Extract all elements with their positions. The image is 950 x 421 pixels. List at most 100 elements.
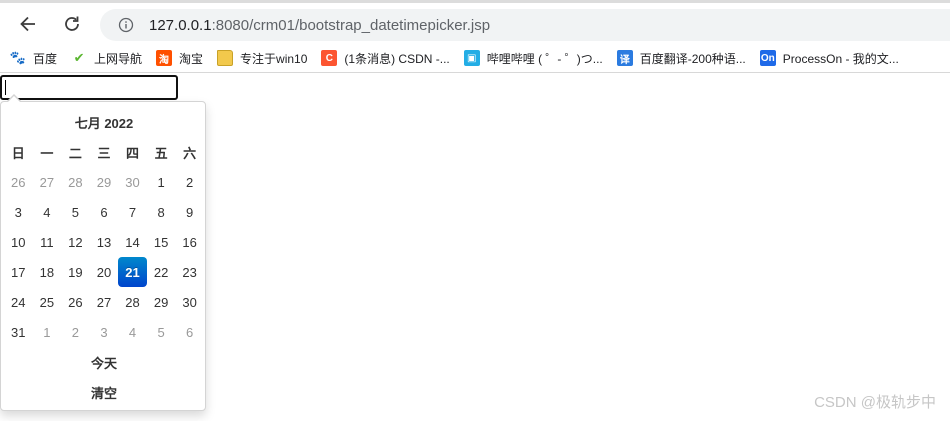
weekday-header: 日一二三四五六 [4, 137, 204, 167]
calendar-day[interactable]: 30 [175, 287, 204, 317]
browser-toolbar: 127.0.0.1:8080/crm01/bootstrap_datetimep… [0, 6, 950, 41]
calendar-day[interactable]: 31 [4, 317, 33, 347]
calendar-day[interactable]: 13 [90, 227, 119, 257]
bookmark-label: 哔哩哔哩 ( ゜- ゜)つ... [486, 51, 603, 66]
calendar-day[interactable]: 23 [175, 257, 204, 287]
bookmark-item[interactable]: ▣ 哔哩哔哩 ( ゜- ゜)つ... [460, 46, 607, 70]
bookmark-label: 专注于win10 [240, 51, 308, 66]
csdn-icon: C [321, 50, 338, 66]
bookmark-label: 上网导航 [94, 51, 143, 66]
bookmark-label: 百度翻译-200种语... [639, 51, 746, 66]
calendar-day-other-month[interactable]: 27 [33, 167, 62, 197]
weekday-label: 三 [97, 145, 111, 161]
calendar-day[interactable]: 24 [4, 287, 33, 317]
calendar-day[interactable]: 1 [147, 167, 176, 197]
baidu-paw-icon: 🐾 [9, 50, 27, 65]
bookmark-item[interactable]: 淘淘宝 [152, 46, 207, 70]
calendar-day[interactable]: 17 [4, 257, 33, 287]
calendar-day[interactable]: 5 [61, 197, 90, 227]
weekday-label: 日 [11, 145, 25, 161]
calendar-day[interactable]: 4 [33, 197, 62, 227]
datetime-picker: 七月 2022 日一二三四五六 26 27 28 29 30 1 2 3 4 5 6 7 8 9 10 11 1… [0, 101, 206, 411]
calendar-day[interactable]: 18 [33, 257, 62, 287]
calendar-week-row: 10 11 12 13 14 15 16 [4, 227, 204, 257]
back-arrow-icon [20, 16, 35, 32]
calendar-day-other-month[interactable]: 4 [118, 317, 147, 347]
calendar-day[interactable]: 3 [4, 197, 33, 227]
weekday-label: 二 [68, 145, 82, 161]
taobao-icon: 淘 [156, 50, 173, 66]
calendar-week-row: 3456789 [4, 197, 204, 227]
weekday-label: 四 [126, 145, 140, 161]
calendar-day[interactable]: 26 [61, 287, 90, 317]
calendar-week-row: 17 18 19 20 21 22 23 [4, 257, 204, 287]
calendar-day[interactable]: 29 [147, 287, 176, 317]
calendar-day-other-month[interactable]: 6 [175, 317, 204, 347]
weekday-label: 一 [40, 145, 54, 161]
calendar-day[interactable]: 8 [147, 197, 176, 227]
calendar-day-other-month[interactable]: 26 [4, 167, 33, 197]
text-caret [5, 80, 6, 95]
url-path: :8080/crm01/bootstrap_datetimepicker.jsp [211, 16, 491, 34]
watermark: CSDN @极轨步中 [814, 394, 936, 411]
back-button[interactable] [14, 10, 42, 38]
bookmarks-bar: 🐾 百度 ✔ 上网导航淘淘宝 专注于win10 C (1条消息) CSDN -... ▣ 哔哩哔… [0, 43, 950, 73]
calendar-day[interactable]: 6 [90, 197, 119, 227]
url-text[interactable]: 127.0.0.1:8080/crm01/bootstrap_datetimep… [149, 17, 490, 34]
bookmark-label: 百度 [33, 51, 58, 66]
reload-icon [65, 16, 79, 31]
reload-button[interactable] [58, 10, 86, 38]
calendar-day[interactable]: 15 [147, 227, 176, 257]
calendar-day[interactable]: 22 [147, 257, 176, 287]
site-info-icon[interactable] [118, 17, 134, 33]
bookmark-label: 淘宝 [179, 51, 204, 66]
bookmark-item[interactable]: ✔ 上网导航 [67, 46, 146, 70]
calendar-day-other-month[interactable]: 3 [90, 317, 119, 347]
bookmark-label: ProcessOn - 我的文... [782, 51, 899, 66]
bookmark-item[interactable]: 译百度翻译-200种语... [613, 46, 750, 70]
clear-button[interactable]: 清空 [1, 377, 207, 407]
today-button[interactable]: 今天 [1, 347, 207, 377]
calendar-day[interactable]: 27 [90, 287, 119, 317]
translate-icon: 译 [616, 50, 633, 66]
folder-icon [217, 50, 234, 66]
calendar-week-row: 31 1 2 3 4 5 6 [4, 317, 204, 347]
calendar-day[interactable]: 12 [61, 227, 90, 257]
calendar-day[interactable]: 2 [175, 167, 204, 197]
bookmark-item[interactable]: 🐾 百度 [6, 46, 61, 70]
picker-month-title[interactable]: 七月 2022 [1, 107, 207, 137]
calendar-day-other-month[interactable]: 5 [147, 317, 176, 347]
bilibili-tv-icon: ▣ [463, 50, 480, 66]
calendar-day[interactable]: 9 [175, 197, 204, 227]
calendar-day[interactable]: 16 [175, 227, 204, 257]
calendar-week-row: 26 27 28 29 30 1 2 [4, 167, 204, 197]
calendar-day[interactable]: 7 [118, 197, 147, 227]
calendar-day[interactable]: 28 [118, 287, 147, 317]
address-bar[interactable]: 127.0.0.1:8080/crm01/bootstrap_datetimep… [100, 9, 950, 41]
weekday-label: 五 [154, 145, 168, 161]
calendar-week-row: 24 25 26 27 28 29 30 [4, 287, 204, 317]
calendar-day-selected[interactable]: 21 [118, 257, 147, 287]
bookmark-item[interactable]: C (1条消息) CSDN -... [317, 46, 453, 70]
bookmark-item[interactable]: On ProcessOn - 我的文... [756, 46, 903, 70]
hao123-check-icon: ✔ [73, 50, 85, 65]
calendar-day[interactable]: 25 [33, 287, 62, 317]
calendar-day-other-month[interactable]: 29 [90, 167, 119, 197]
bookmark-item[interactable]: 专注于win10 [213, 46, 311, 70]
calendar-day-other-month[interactable]: 30 [118, 167, 147, 197]
browser-chrome: 127.0.0.1:8080/crm01/bootstrap_datetimep… [0, 0, 950, 73]
calendar-day[interactable]: 10 [4, 227, 33, 257]
url-host: 127.0.0.1 [149, 16, 212, 34]
calendar-day[interactable]: 14 [118, 227, 147, 257]
calendar-day[interactable]: 11 [33, 227, 62, 257]
processon-icon: On [759, 50, 776, 66]
calendar-day[interactable]: 20 [90, 257, 119, 287]
calendar-day[interactable]: 19 [61, 257, 90, 287]
date-input[interactable] [0, 75, 178, 100]
calendar-day-other-month[interactable]: 2 [61, 317, 90, 347]
bookmark-label: (1条消息) CSDN -... [344, 51, 450, 66]
picker-pointer-fill [8, 96, 20, 102]
weekday-label: 六 [183, 145, 197, 161]
calendar-day-other-month[interactable]: 28 [61, 167, 90, 197]
calendar-day-other-month[interactable]: 1 [33, 317, 62, 347]
